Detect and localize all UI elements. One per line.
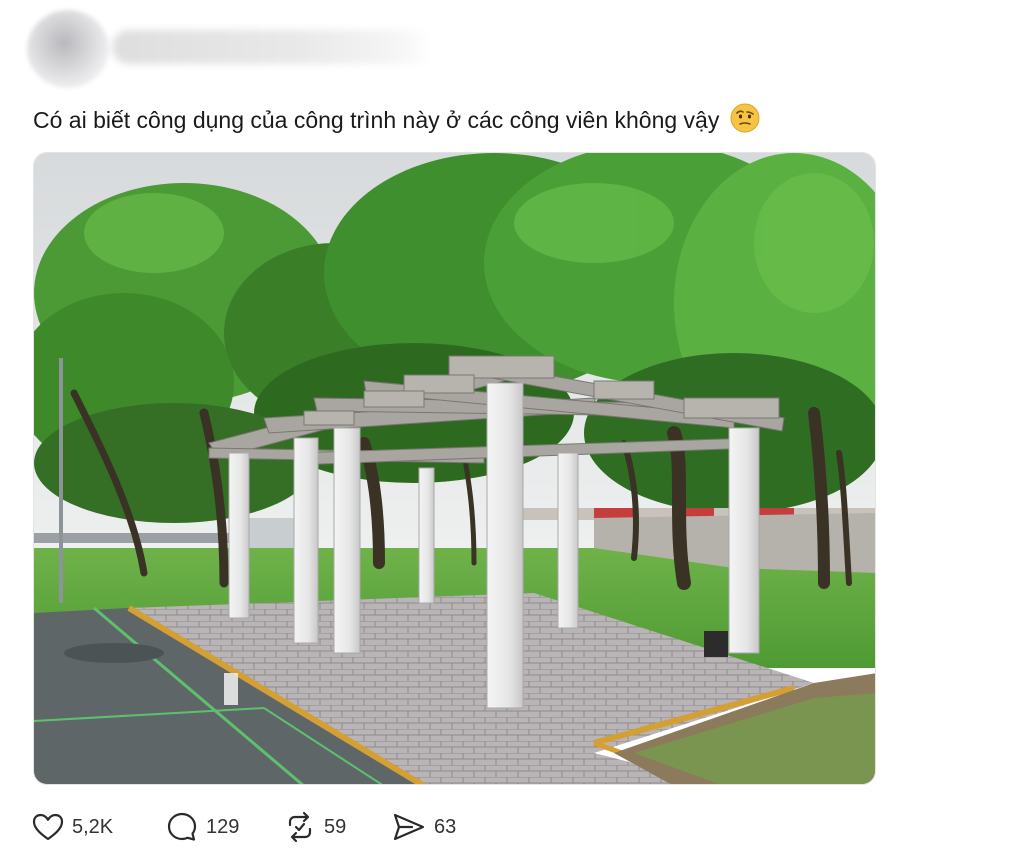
repost-button[interactable]: 59 xyxy=(284,808,346,846)
comment-bubble-icon xyxy=(166,811,198,843)
repost-icon xyxy=(284,811,316,843)
like-button[interactable]: 5,2K xyxy=(32,808,113,846)
username-blurred[interactable] xyxy=(112,30,432,64)
avatar[interactable] xyxy=(27,10,109,88)
repost-count: 59 xyxy=(324,815,347,838)
share-count: 63 xyxy=(434,815,457,838)
send-icon xyxy=(392,811,426,843)
share-button[interactable]: 63 xyxy=(392,808,456,846)
comment-count: 129 xyxy=(206,815,240,838)
raised-eyebrow-emoji-icon xyxy=(730,103,760,141)
thread-post: Có ai biết công dụng của công trình này … xyxy=(0,0,1024,853)
like-count: 5,2K xyxy=(72,815,114,838)
heart-icon xyxy=(32,812,64,842)
post-text-content: Có ai biết công dụng của công trình này … xyxy=(33,107,720,133)
post-text: Có ai biết công dụng của công trình này … xyxy=(33,103,760,141)
park-pergola-image xyxy=(34,153,875,784)
post-photo[interactable] xyxy=(33,152,876,785)
comment-button[interactable]: 129 xyxy=(166,808,239,846)
